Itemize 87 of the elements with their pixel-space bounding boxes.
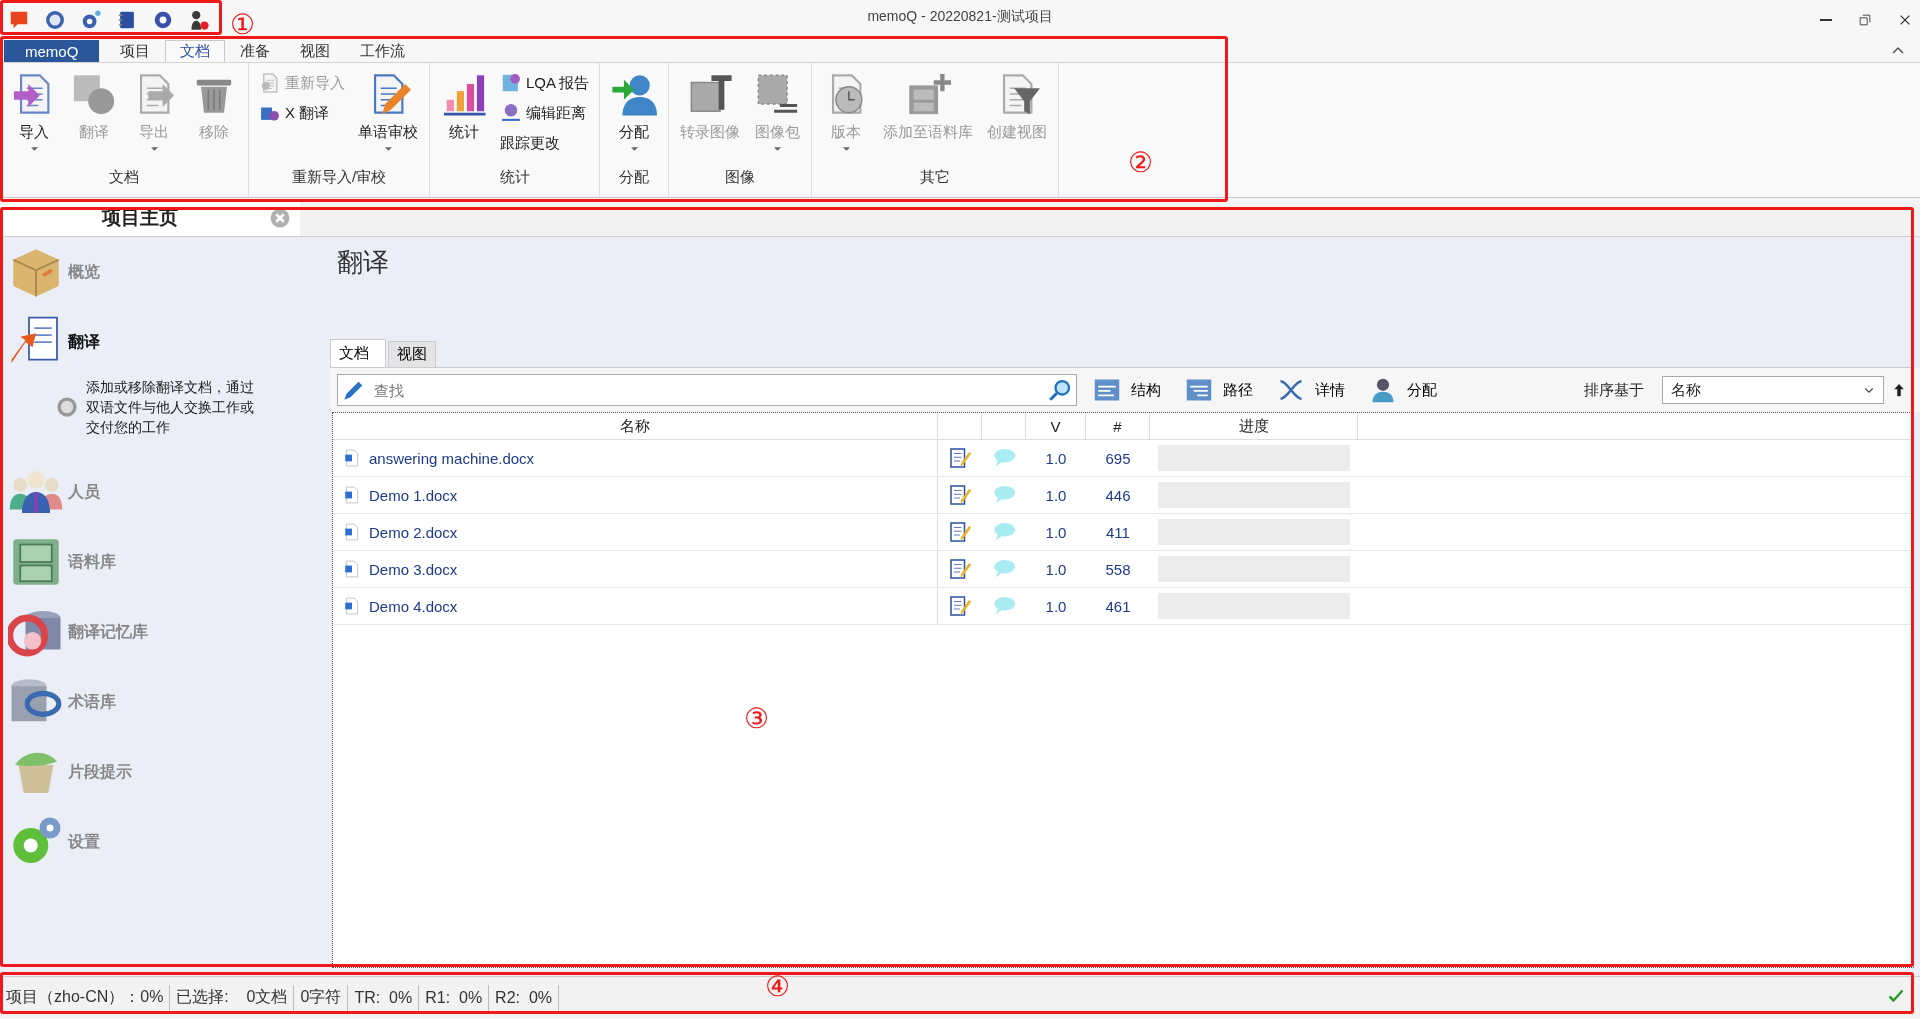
ribbon-button[interactable]: 编辑距离 (496, 99, 594, 127)
group-label: 统计 (498, 168, 531, 187)
version-text: 1.0 (1045, 523, 1067, 541)
file-name[interactable]: Demo 4.docx (369, 597, 458, 615)
page-title: 翻译 (337, 247, 389, 277)
word-file-icon (343, 522, 361, 542)
count-text: 461 (1105, 597, 1131, 615)
group-label: 其它 (919, 168, 952, 187)
file-name[interactable]: Demo 1.docx (369, 486, 458, 504)
annotation-number: ③ (744, 704, 769, 734)
ribbon-button[interactable]: X 翻译 (255, 99, 349, 127)
search-icon (1048, 378, 1072, 402)
annotation-number: ① (230, 10, 255, 40)
ribbon-button[interactable]: LQA 报告 (496, 69, 594, 97)
file-name[interactable]: answering machine.docx (369, 449, 535, 467)
search-field[interactable]: 查找 (337, 374, 1077, 406)
group-label: 重新导入/审校 (290, 168, 388, 187)
version-text: 1.0 (1045, 597, 1067, 615)
window-title: memoQ - 20220821-测试项目 (867, 8, 1053, 24)
ribbon-tab[interactable]: 文档 (165, 40, 226, 62)
ribbon-button[interactable]: 跟踪更改 (496, 129, 594, 157)
caret-icon (30, 147, 38, 151)
document-pencil-icon (948, 557, 972, 581)
document-pencil-icon (948, 594, 972, 618)
column-header[interactable]: V (1050, 417, 1061, 435)
count-text: 411 (1106, 523, 1130, 541)
toolbar-button[interactable]: 详情 (1269, 376, 1353, 404)
ribbon-button[interactable]: 单语审校 (353, 67, 423, 158)
word-file-icon (343, 559, 361, 579)
annotation-number: ② (1128, 148, 1153, 178)
sort-dropdown[interactable]: 名称 (1662, 376, 1884, 404)
ribbon-tab[interactable]: 视图 (285, 40, 346, 62)
sidebar-item[interactable]: 翻译 (0, 307, 300, 377)
checkmark-icon (1888, 988, 1904, 1004)
toolbar-button[interactable]: 分配 (1361, 376, 1445, 404)
sort-label: 排序基于 (1584, 380, 1644, 400)
status-text: R2: 0% (489, 984, 560, 1011)
ribbon-button[interactable]: 导入 (6, 67, 62, 158)
caret-icon (384, 147, 392, 151)
document-pencil-icon (948, 483, 972, 507)
word-file-icon (343, 448, 361, 468)
document-pencil-icon (948, 446, 972, 470)
minimize-icon (1820, 19, 1832, 21)
ribbon-tab[interactable]: 项目 (105, 40, 166, 62)
tab[interactable]: 视图 (388, 341, 436, 367)
ribbon-tab[interactable]: memoQ (4, 40, 100, 62)
documents-icon (259, 72, 281, 94)
column-header[interactable]: # (1113, 417, 1122, 435)
tab[interactable]: 文档 (330, 339, 386, 367)
close-icon (270, 208, 290, 228)
column-header[interactable]: 进度 (1238, 416, 1269, 436)
annotation-number: ④ (765, 972, 790, 1002)
file-name[interactable]: Demo 3.docx (369, 560, 458, 578)
status-text: 已选择: 0文档 (170, 984, 295, 1011)
count-text: 695 (1105, 449, 1131, 467)
count-text: 558 (1105, 560, 1131, 578)
group-label: 分配 (618, 168, 651, 187)
status-text: TR: 0% (348, 984, 420, 1011)
file-name[interactable]: Demo 2.docx (369, 523, 458, 541)
ribbon-tab[interactable]: 工作流 (345, 40, 421, 62)
word-file-icon (343, 596, 361, 616)
toolbar-button[interactable]: 路径 (1177, 376, 1261, 404)
caret-icon (773, 147, 781, 151)
caret-icon (842, 147, 850, 151)
ribbon-button[interactable]: 分配 (606, 67, 663, 158)
close-icon (1898, 13, 1912, 27)
toolbar-button[interactable]: 结构 (1085, 376, 1169, 404)
word-file-icon (343, 485, 361, 505)
status-text: 0字符 (294, 984, 349, 1011)
version-text: 1.0 (1045, 449, 1067, 467)
description-text: 添加或移除翻译文档，通过双语文件与他人交换工作或交付您的工作 (86, 378, 255, 437)
document-pencil-icon (948, 520, 972, 544)
status-text: 项目（zho-CN）：0% (0, 984, 171, 1011)
restore-icon (1858, 13, 1872, 27)
ribbon-tab[interactable]: 准备 (225, 40, 286, 62)
group-label: 图像 (724, 168, 757, 187)
person-record-icon (188, 9, 210, 31)
group-label: 文档 (108, 168, 140, 187)
caret-icon (630, 147, 638, 151)
caret-icon (150, 147, 158, 151)
ribbon-button[interactable]: 统计 (436, 67, 492, 158)
column-header[interactable]: 名称 (620, 416, 650, 436)
up-arrow-icon (1892, 382, 1906, 398)
status-text: R1: 0% (419, 984, 490, 1011)
count-text: 446 (1105, 486, 1131, 504)
version-text: 1.0 (1045, 560, 1067, 578)
version-text: 1.0 (1045, 486, 1067, 504)
